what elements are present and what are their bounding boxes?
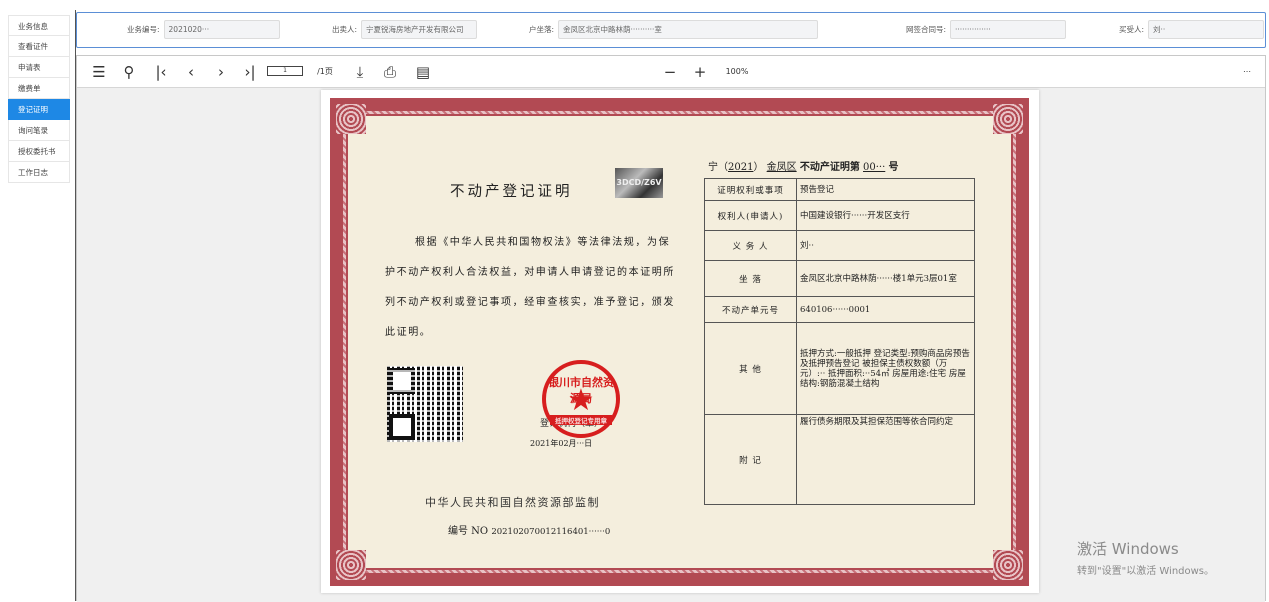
corner-ornament — [993, 550, 1023, 580]
table-key: 权利人(申请人) — [704, 200, 797, 231]
cert-no-prefix: 宁（ — [708, 162, 728, 173]
table-key: 义 务 人 — [704, 230, 797, 261]
table-row: 证明权利或事项 预告登记 — [704, 178, 975, 201]
search-icon[interactable]: ⚲ — [121, 63, 137, 81]
table-row: 不动产单元号 640106······0001 — [704, 296, 975, 323]
seller-value[interactable]: 宁夏锐海房地产开发有限公司 — [361, 20, 478, 39]
menu-icon[interactable]: ☰ — [91, 63, 107, 81]
page-layout-icon[interactable]: ▤ — [413, 63, 433, 81]
document-area[interactable]: 不动产登记证明 3DCD/Z6V 根据《中华人民共和国物权法》等法律法规，为保护… — [77, 88, 1265, 602]
seal-date: 2021年02月···日 — [530, 439, 593, 448]
table-key: 坐 落 — [704, 260, 797, 297]
cert-no-mid: ） — [753, 162, 764, 173]
viewer-toolbar: ☰ ⚲ |‹ ‹ › ›| 1 /1页 ⤓ ⎙ ▤ − + 100% ⋯ — [77, 56, 1265, 88]
next-page-icon[interactable]: › — [213, 63, 229, 81]
table-row: 附 记 履行债务期限及其担保范围等依合同约定 — [704, 414, 975, 505]
sidebar-item-payment[interactable]: 缴费单 — [8, 78, 70, 99]
table-value: 刘·· — [796, 230, 975, 261]
sidebar-item-view-documents[interactable]: 查看证件 — [8, 36, 70, 57]
table-row: 坐 落 金凤区北京中路林荫······楼1单元3层01室 — [704, 260, 975, 297]
sidebar-item-business-info[interactable]: 业务信息 — [8, 15, 70, 36]
document-page: 不动产登记证明 3DCD/Z6V 根据《中华人民共和国物权法》等法律法规，为保护… — [321, 90, 1039, 593]
sidebar-item-application[interactable]: 申请表 — [8, 57, 70, 78]
qr-code — [387, 366, 463, 442]
seller-label: 出卖人: — [332, 25, 358, 34]
first-page-icon[interactable]: |‹ — [153, 63, 169, 81]
print-icon[interactable]: ⎙ — [381, 63, 399, 81]
page-total: /1页 — [317, 67, 333, 76]
property-field: 户坐落: 金凤区北京中路林荫··········室 — [529, 20, 819, 39]
buyer-label: 买受人: — [1119, 25, 1145, 34]
last-page-icon[interactable]: ›| — [241, 63, 259, 81]
cert-no-district: 金凤区 — [766, 162, 797, 173]
corner-ornament — [336, 104, 366, 134]
certificate-table: 证明权利或事项 预告登记 权利人(申请人) 中国建设银行······开发区支行 … — [704, 178, 975, 505]
property-label: 户坐落: — [529, 25, 555, 34]
certificate-title: 不动产登记证明 — [450, 184, 573, 200]
zoom-level[interactable]: 100% — [721, 63, 753, 81]
cert-no-type: 不动产证明第 — [799, 162, 860, 173]
table-key: 证明权利或事项 — [704, 178, 797, 201]
business-no-label: 业务编号: — [127, 25, 160, 34]
sidebar-item-inquiry-record[interactable]: 询问笔录 — [8, 120, 70, 141]
table-key: 其 他 — [704, 322, 797, 415]
serial-number: 编号 NO 202102070012116401······0 — [448, 522, 610, 537]
buyer-field: 买受人: 刘·· — [1119, 20, 1265, 39]
table-key: 不动产单元号 — [704, 296, 797, 323]
seal-subtext: 抵押权登记专用章 — [550, 415, 612, 425]
serial-value: 202102070012116401······0 — [491, 527, 611, 537]
cert-no-value: 00··· — [863, 162, 886, 173]
table-value: 金凤区北京中路林荫······楼1单元3层01室 — [796, 260, 975, 297]
table-value: 中国建设银行······开发区支行 — [796, 200, 975, 231]
watermark-line2: 转到"设置"以激活 Windows。 — [1077, 566, 1215, 577]
star-icon: ★ — [567, 383, 595, 418]
table-value: 履行债务期限及其担保范围等依合同约定 — [796, 414, 975, 505]
business-info-bar: 业务编号: 2021020··· 出卖人: 宁夏锐海房地产开发有限公司 户坐落:… — [76, 12, 1266, 48]
table-row: 其 他 抵押方式:一般抵押 登记类型:预购商品房预告及抵押预告登记 被担保主债权… — [704, 322, 975, 415]
seller-field: 出卖人: 宁夏锐海房地产开发有限公司 — [332, 20, 478, 39]
more-options-icon[interactable]: ⋯ — [1239, 63, 1255, 81]
contract-field: 网签合同号: ··············· — [906, 20, 1067, 39]
prev-page-icon[interactable]: ‹ — [183, 63, 199, 81]
official-seal: 银川市自然资源局 ★ 抵押权登记专用章 — [542, 360, 620, 438]
watermark-line1: 激活 Windows — [1077, 540, 1179, 558]
windows-activation-watermark: 激活 Windows 转到"设置"以激活 Windows。 — [1077, 538, 1214, 577]
sidebar-item-work-log[interactable]: 工作日志 — [8, 162, 70, 183]
page-number-input[interactable]: 1 — [267, 66, 303, 76]
corner-ornament — [336, 550, 366, 580]
table-value: 640106······0001 — [796, 296, 975, 323]
side-nav: 业务信息 查看证件 申请表 缴费单 登记证明 询问笔录 授权委托书 工作日志 — [8, 15, 70, 183]
zoom-in-icon[interactable]: + — [692, 63, 708, 81]
sidebar-item-registration-cert[interactable]: 登记证明 — [8, 99, 70, 120]
business-no-field: 业务编号: 2021020··· — [127, 20, 280, 39]
cert-no-suffix: 号 — [888, 162, 899, 173]
corner-ornament — [993, 104, 1023, 134]
table-key: 附 记 — [704, 414, 797, 505]
certificate: 不动产登记证明 3DCD/Z6V 根据《中华人民共和国物权法》等法律法规，为保护… — [330, 98, 1029, 586]
table-row: 权利人(申请人) 中国建设银行······开发区支行 — [704, 200, 975, 231]
property-value[interactable]: 金凤区北京中路林荫··········室 — [558, 20, 819, 39]
authority-line: 中华人民共和国自然资源部监制 — [425, 496, 600, 509]
hologram-label: 3DCD/Z6V — [615, 168, 663, 198]
contract-label: 网签合同号: — [906, 25, 947, 34]
contract-value[interactable]: ··············· — [950, 20, 1067, 39]
sidebar-item-power-of-attorney[interactable]: 授权委托书 — [8, 141, 70, 162]
cert-no-year: 2021 — [728, 162, 754, 173]
business-no-value[interactable]: 2021020··· — [163, 20, 280, 39]
table-row: 义 务 人 刘·· — [704, 230, 975, 261]
buyer-value[interactable]: 刘·· — [1148, 20, 1265, 39]
table-value: 预告登记 — [796, 178, 975, 201]
certificate-body: 根据《中华人民共和国物权法》等法律法规，为保护不动产权利人合法权益，对申请人申请… — [385, 237, 675, 338]
table-value: 抵押方式:一般抵押 登记类型:预购商品房预告及抵押预告登记 被担保主债权数额（万… — [796, 322, 975, 415]
download-icon[interactable]: ⤓ — [351, 63, 369, 81]
zoom-out-icon[interactable]: − — [662, 63, 678, 81]
pdf-viewer: ☰ ⚲ |‹ ‹ › ›| 1 /1页 ⤓ ⎙ ▤ − + 100% ⋯ 不动产… — [76, 55, 1266, 602]
serial-label: 编号 NO — [448, 526, 489, 537]
certificate-number: 宁（2021） 金凤区 不动产证明第 00··· 号 — [708, 158, 898, 173]
